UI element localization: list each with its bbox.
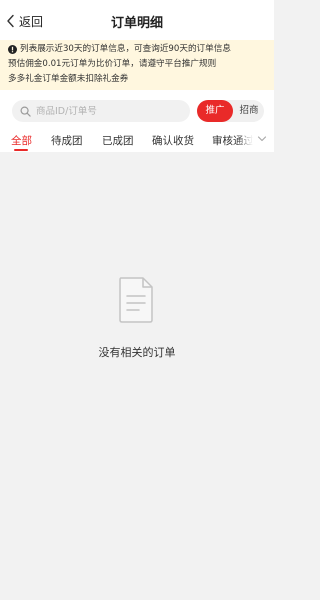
notice-line: 多多礼金订单金额未扣除礼金券 xyxy=(8,74,129,84)
order-detail-page: 返回 订单明细 列表展示近30天的订单信息，可查询近90天的订单信息 预估佣金0… xyxy=(0,0,274,600)
tab-all[interactable]: 全部 xyxy=(11,133,32,148)
page-title: 订单明细 xyxy=(110,16,163,31)
warning-icon xyxy=(8,45,17,54)
chevron-down-icon[interactable] xyxy=(257,135,267,143)
tab-delivery-confirmed[interactable]: 确认收货 xyxy=(152,133,194,148)
search-row: 推广 招商 xyxy=(0,90,274,128)
empty-document-icon xyxy=(119,277,153,323)
search-icon xyxy=(20,106,31,117)
top-bar: 返回 订单明细 xyxy=(0,0,274,40)
search-box[interactable] xyxy=(12,100,190,122)
search-input[interactable] xyxy=(36,105,186,117)
mode-option-promote[interactable]: 推广 xyxy=(197,100,233,122)
notice-line: 预估佣金0.01元订单为比价订单，请遵守平台推广规则 xyxy=(8,59,217,69)
tab-grouped[interactable]: 已成团 xyxy=(102,133,134,148)
mode-toggle: 推广 招商 xyxy=(197,100,264,122)
tab-pending-group[interactable]: 待成团 xyxy=(51,133,83,148)
status-tabs: 全部 待成团 已成团 确认收货 审核通过 xyxy=(0,128,274,152)
mode-option-merchant[interactable]: 招商 xyxy=(234,100,264,122)
notice-line: 列表展示近30天的订单信息，可查询近90天的订单信息 xyxy=(20,44,231,54)
active-tab-indicator xyxy=(14,149,28,151)
tabs-fade xyxy=(236,128,274,152)
empty-state-message: 没有相关的订单 xyxy=(98,346,176,359)
notice-banner: 列表展示近30天的订单信息，可查询近90天的订单信息 预估佣金0.01元订单为比… xyxy=(0,40,274,90)
